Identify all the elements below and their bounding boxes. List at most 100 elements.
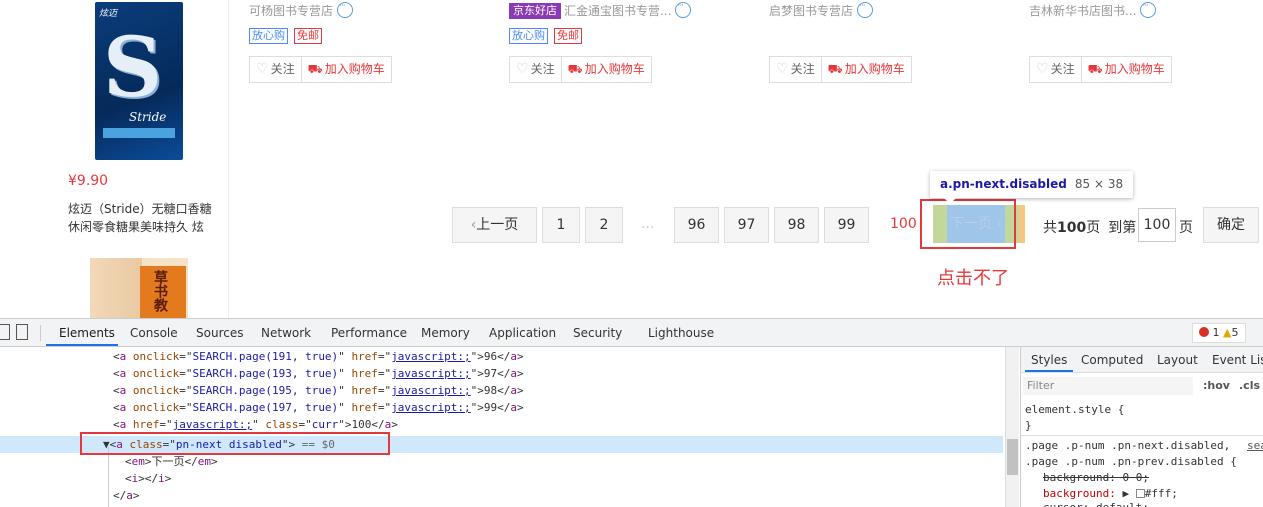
tab-application[interactable]: Application [489,326,556,340]
cart-icon: ⛟ [567,62,583,76]
heart-icon: ♡ [256,61,269,77]
rule-selector[interactable]: .page .p-num .pn-next.disabled, [1025,437,1230,454]
dom-line[interactable]: <a onclick="SEARCH.page(191, true)" href… [113,348,524,365]
product-title[interactable]: 炫迈（Stride）无糖口香糖 休闲零食糖果美味持久 炫 [68,200,218,236]
gum-brand-label: 炫迈 [99,9,118,19]
total-pages: 共100页 到第 [1043,220,1137,236]
stride-label: Stride [129,110,167,124]
shop-name[interactable]: 启梦图书专营店 [769,1,874,19]
elements-tree: <a onclick="SEARCH.page(191, true)" href… [0,348,1005,507]
annotation-text: 点击不了 [937,268,1009,289]
book-title: 草书教 [152,270,168,312]
tag-fangxin: 放心购 [509,28,548,44]
chevron-right-icon: › [991,216,1003,232]
dom-line[interactable]: <em>下一页</em> [125,453,218,470]
dom-line[interactable]: <a onclick="SEARCH.page(195, true)" href… [113,382,524,399]
shop-name[interactable]: 可杨图书专营店 [249,1,354,19]
heart-icon: ♡ [516,61,529,77]
tree-guide [108,447,109,507]
tab-computed[interactable]: Computed [1081,353,1143,367]
chat-icon[interactable] [337,1,354,18]
css-property[interactable]: cursor: default; [1043,499,1149,507]
tag-free-shipping: 免邮 [294,28,322,44]
elements-scrollbar[interactable] [1005,347,1019,507]
page-button[interactable]: 2 [585,207,623,243]
styles-pane: Styles Computed Layout Event Listen Filt… [1020,347,1263,507]
device-toolbar-icon[interactable] [16,324,28,340]
rule-separator [1021,435,1263,436]
follow-button[interactable]: ♡ 关注 [770,57,821,82]
add-to-cart-button[interactable]: ⛟ 加入购物车 [560,57,651,82]
cart-icon: ⛟ [827,62,843,76]
dom-line[interactable]: <a onclick="SEARCH.page(193, true)" href… [113,365,524,382]
styles-tabs: Styles Computed Layout Event Listen [1021,347,1263,373]
page-button[interactable]: 1 [542,207,580,243]
follow-button[interactable]: ♡ 关注 [1030,57,1081,82]
shop-name[interactable]: 京东好店 汇金通宝图书专营... [509,1,692,19]
margin-overlay [1019,205,1025,243]
rule-close-brace: } [1025,419,1032,432]
inspect-icon[interactable] [0,324,10,340]
scrollbar-thumb[interactable] [1007,439,1018,475]
confirm-button[interactable]: 确定 [1203,207,1259,243]
tab-styles[interactable]: Styles [1031,353,1067,367]
issues-badge[interactable]: 1 ▲5 [1192,323,1246,343]
stride-s-logo: S [103,20,163,116]
tab-elements[interactable]: Elements [59,326,115,340]
toolbar-divider [40,325,41,341]
product-actions: ♡ 关注 ⛟ 加入购物车 [769,56,912,83]
tab-sources[interactable]: Sources [196,326,243,340]
hov-toggle[interactable]: :hov [1203,379,1230,392]
follow-button[interactable]: ♡ 关注 [510,57,561,82]
dom-line[interactable]: <a onclick="SEARCH.page(197, true)" href… [113,399,524,416]
add-to-cart-button[interactable]: ⛟ 加入购物车 [300,57,391,82]
styles-filter-input[interactable]: Filter [1023,377,1193,395]
dom-line[interactable]: <i></i> [125,470,171,487]
inspector-tooltip: a.pn-next.disabled 85 × 38 [930,171,1134,204]
tab-lighthouse[interactable]: Lighthouse [648,326,714,340]
pagination-ellipsis: ... [641,216,655,232]
rule-source-link[interactable]: sea [1247,437,1263,454]
tab-memory[interactable]: Memory [421,326,470,340]
goto-page-unit: 页 [1179,220,1193,236]
product-image-gum[interactable]: 炫迈 S Stride [95,2,183,160]
current-page: 100 [890,216,917,232]
dom-line[interactable]: <a href="javascript:;" class="curr">100<… [113,416,398,433]
tab-event-listeners[interactable]: Event Listen [1212,353,1263,367]
goto-page-input[interactable]: 100 [1138,208,1176,242]
chat-icon[interactable] [675,1,692,18]
chat-icon[interactable] [857,1,874,18]
cart-icon: ⛟ [1087,62,1103,76]
page-button[interactable]: 97 [724,207,769,243]
product-actions: ♡ 关注 ⛟ 加入购物车 [509,56,652,83]
page-button[interactable]: 99 [824,207,869,243]
tab-console[interactable]: Console [130,326,178,340]
follow-button[interactable]: ♡ 关注 [250,57,301,82]
tab-performance[interactable]: Performance [331,326,407,340]
gum-flavor-bar [103,128,175,138]
page-button[interactable]: 98 [774,207,819,243]
product-price: ¥9.90 [68,173,109,189]
add-to-cart-button[interactable]: ⛟ 加入购物车 [1080,57,1171,82]
shop-name[interactable]: 吉林新华书店图书... [1029,1,1157,19]
css-property-overridden[interactable]: background: 0 0; [1043,469,1149,486]
tab-layout[interactable]: Layout [1157,353,1198,367]
color-swatch[interactable] [1135,489,1145,498]
product-actions: ♡ 关注 ⛟ 加入购物车 [1029,56,1172,83]
prev-page-button[interactable]: ‹上一页 [452,207,537,243]
element-style-rule[interactable]: element.style { [1025,401,1124,418]
add-to-cart-button[interactable]: ⛟ 加入购物车 [820,57,911,82]
tag-free-shipping: 免邮 [554,28,582,44]
dom-line[interactable]: </a> [113,487,140,504]
tab-network[interactable]: Network [261,326,311,340]
chat-icon[interactable] [1140,1,1157,18]
devtools-toolbar: Elements Console Sources Network Perform… [0,319,1263,347]
error-icon [1199,327,1209,337]
tab-security[interactable]: Security [573,326,622,340]
rule-selector[interactable]: .page .p-num .pn-prev.disabled { [1025,453,1237,470]
tag-fangxin: 放心购 [249,28,288,44]
book-cover-left [90,258,142,320]
product-image-book[interactable]: 草书教 [90,258,188,320]
page-button[interactable]: 96 [674,207,719,243]
cls-toggle[interactable]: .cls [1239,379,1260,392]
